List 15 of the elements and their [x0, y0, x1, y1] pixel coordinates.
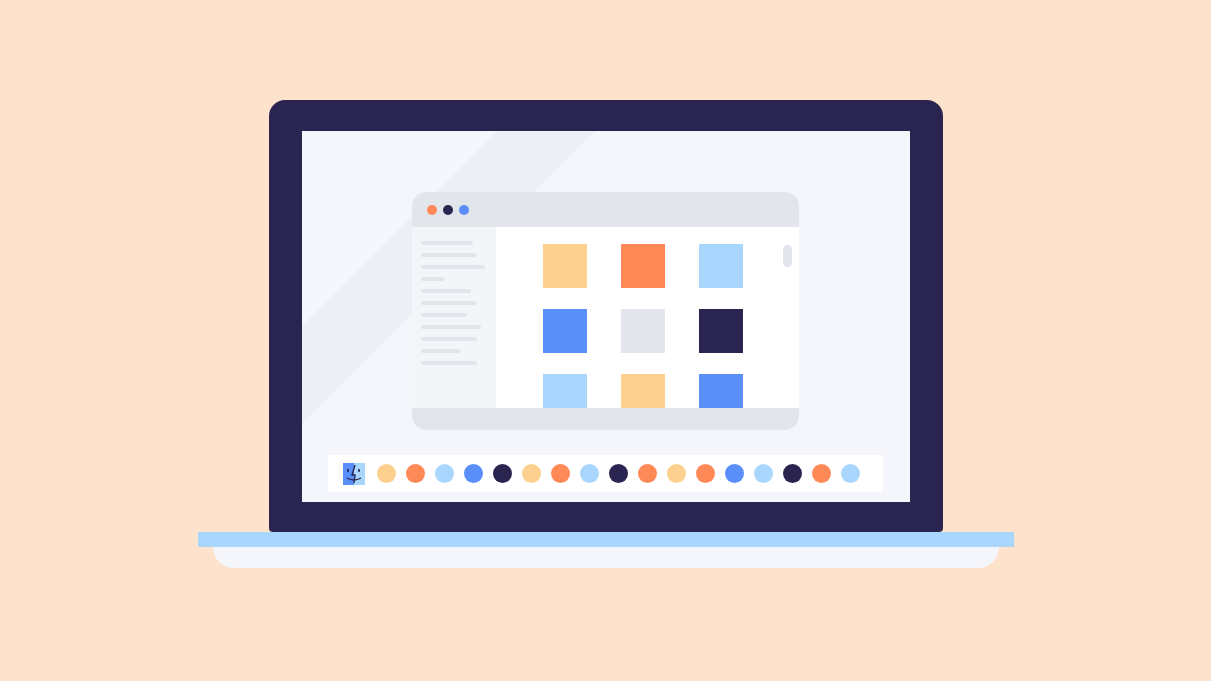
file-tile[interactable]: [621, 244, 665, 288]
file-tile[interactable]: [621, 374, 665, 408]
dock-icon[interactable]: [783, 464, 802, 483]
smiling-face-icon[interactable]: [343, 462, 365, 485]
file-tile[interactable]: [699, 374, 743, 408]
dock-icon[interactable]: [493, 464, 512, 483]
file-tile[interactable]: [699, 309, 743, 353]
scrollbar-thumb[interactable]: [783, 245, 792, 267]
dock-icon[interactable]: [609, 464, 628, 483]
window-button[interactable]: [443, 204, 453, 215]
file-tile[interactable]: [543, 374, 587, 408]
file-tile[interactable]: [543, 244, 587, 288]
file-tile[interactable]: [621, 309, 665, 353]
file-tile[interactable]: [699, 244, 743, 288]
file-tile[interactable]: [543, 309, 587, 353]
